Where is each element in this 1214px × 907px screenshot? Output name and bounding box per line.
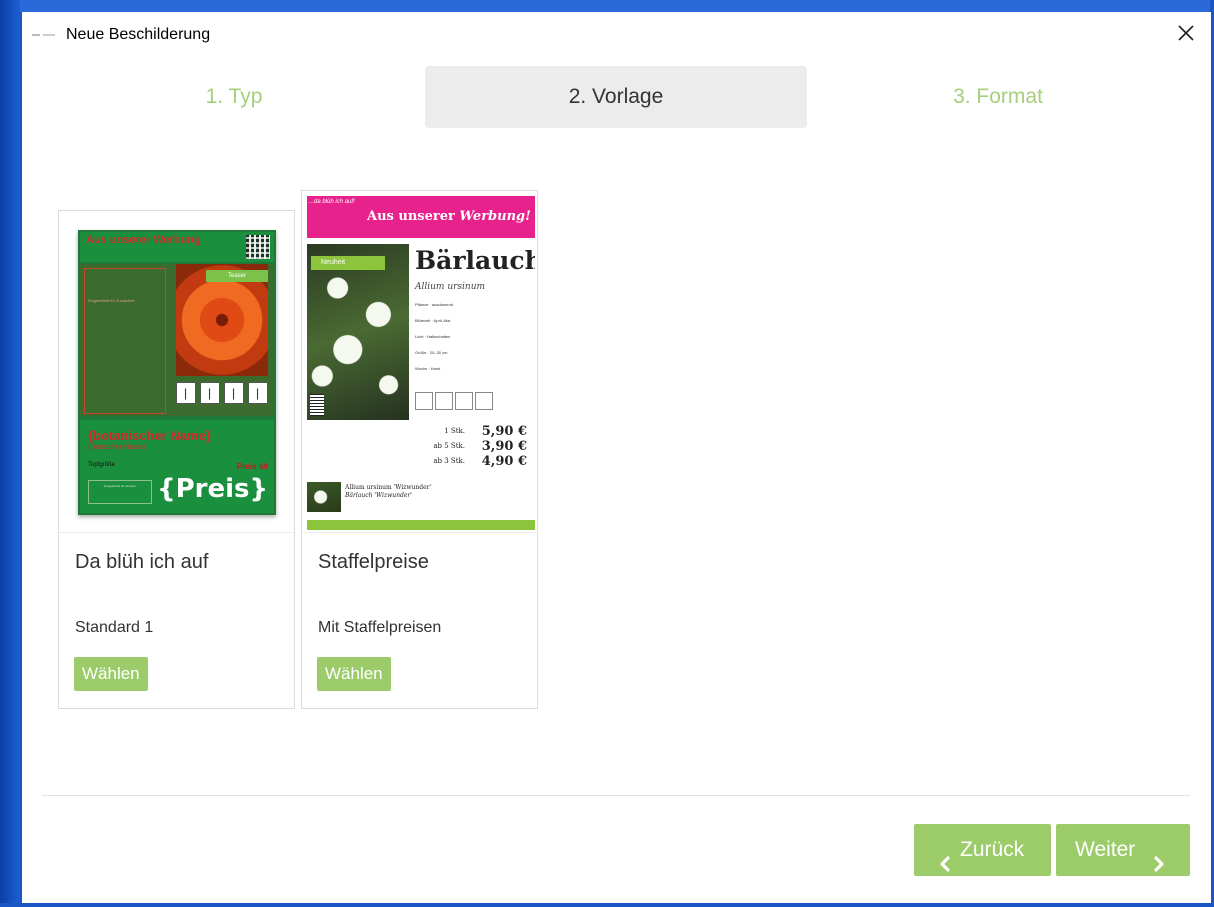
preview-price: {Preis} [157,474,268,504]
preview-box-text: Eingabefeld für Hinweis [88,480,152,504]
dialog-window: Neue Beschilderung 1. Typ 2. Vorlage 3. … [22,12,1211,903]
preview-banner: ...da blüh ich auf! Aus unserer Werbung! [307,196,535,238]
step-vorlage[interactable]: 2. Vorlage [425,66,807,128]
template-preview[interactable]: Aus unserer Werbung Eingabefeld für Zusa… [59,211,294,533]
info-line: Licht · Halbschatten [415,334,451,339]
price-row: ab 5 Stk. 3,90 € [415,439,531,454]
plant-name: Bärlauch [415,246,535,275]
qr-code-overlay [246,235,270,259]
variant-text: Allium ursinum 'Wizwunder' Bärlauch 'Wiz… [345,484,431,500]
next-label: Weiter [1075,838,1136,861]
preview-header: Aus unserer Werbung [80,232,274,262]
price-row: 1 Stk. 5,90 € [415,424,531,439]
back-button[interactable]: Zurück [914,824,1051,876]
barcode-icon [310,394,324,416]
preview-small-text: Topfgröße [88,462,116,468]
choose-button[interactable]: Wählen [74,657,148,691]
preview-footer-bar [307,520,535,530]
latin-name: Allium ursinum [415,282,486,292]
template-card-standard[interactable]: Aus unserer Werbung Eingabefeld für Zusa… [58,210,295,709]
preview-header-text: Aus unserer Werbung [86,234,201,246]
preview-image: ...da blüh ich auf! Aus unserer Werbung!… [307,196,535,530]
care-icon [200,382,220,404]
price-label: ab 5 Stk. [433,442,465,450]
price-label: 1 Stk. [444,427,465,435]
preview-footer: {botanischer Name} {Deutscher Name} Topf… [80,420,274,513]
price-value: 5,90 € [481,424,527,439]
info-line: Größe · 20–30 cm [415,350,448,355]
width-icon [475,392,493,410]
care-icon [224,382,244,404]
choose-button[interactable]: Wählen [317,657,391,691]
back-label: Zurück [960,838,1025,861]
app-icon [32,34,62,36]
preview-banner-text: Aus unserer Werbung! [367,209,531,224]
next-button[interactable]: Weiter [1056,824,1190,876]
window-frame-top [0,0,1214,12]
price-label: ab 3 Stk. [433,457,465,465]
care-icon-row [415,392,507,412]
variant-common: Bärlauch 'Wizwunder' [345,492,412,499]
care-icon [248,382,268,404]
info-line: Blütezeit · April–Mai [415,318,451,323]
banner-prefix: Aus unserer [367,209,455,224]
template-name: Da blüh ich auf [75,551,209,573]
preview-image: Aus unserer Werbung Eingabefeld für Zusa… [78,230,276,515]
chevron-left-icon [936,841,954,872]
title-bar: Neue Beschilderung [22,12,1211,58]
height-icon [455,392,473,410]
preview-left-text: Eingabefeld für Zusatztext [88,298,135,303]
preview-icon-row [176,382,272,406]
chevron-right-icon [1150,841,1168,872]
template-preview[interactable]: ...da blüh ich auf! Aus unserer Werbung!… [302,191,537,533]
window-frame-left [0,0,20,907]
care-icon [176,382,196,404]
preview-old-price: Preis alt [236,462,268,471]
info-line: Wuchs · Horst [415,366,441,371]
preview-text-box [84,268,166,414]
template-card-staffelpreise[interactable]: ...da blüh ich auf! Aus unserer Werbung!… [301,190,538,709]
template-description: Mit Staffelpreisen [318,619,442,636]
template-name: Staffelpreise [318,551,429,573]
wizard-steps: 1. Typ 2. Vorlage 3. Format [43,66,1189,128]
preview-body: Eingabefeld für Zusatztext Teaser [80,264,274,416]
brand-logo: ...da blüh ich auf! [309,199,355,205]
price-value: 3,90 € [481,439,527,454]
close-icon[interactable] [1175,22,1197,44]
new-badge: Neuheit [311,256,385,270]
banner-emphasis: Werbung! [459,209,531,224]
footer-divider [42,795,1190,796]
price-row: ab 3 Stk. 4,90 € [415,454,531,469]
price-table: 1 Stk. 5,90 € ab 5 Stk. 3,90 € ab 3 Stk.… [415,424,531,469]
flower-icon [435,392,453,410]
info-line: Pflanze · ausdauernd [415,302,454,307]
price-value: 4,90 € [481,454,527,469]
variant-photo [307,482,341,512]
variant-name: Allium ursinum 'Wizwunder' [345,484,432,491]
window-frame-bottom [0,903,1214,907]
preview-tag: Teaser [206,270,268,282]
window-title: Neue Beschilderung [66,26,211,43]
step-format[interactable]: 3. Format [807,66,1189,128]
template-description: Standard 1 [75,619,154,636]
step-typ[interactable]: 1. Typ [43,66,425,128]
sun-icon [415,392,433,410]
preview-botanical-name: {botanischer Name} [88,428,211,443]
preview-common-name: {Deutscher Name} [88,444,146,451]
